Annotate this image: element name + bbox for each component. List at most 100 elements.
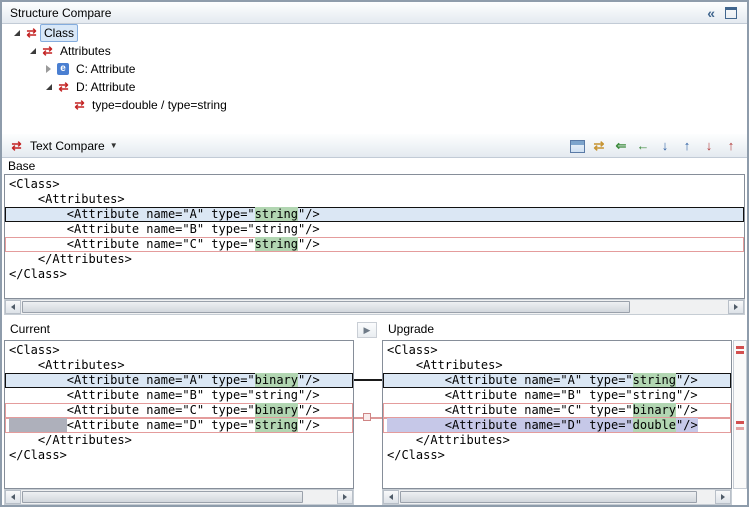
code-text: </Attributes> bbox=[9, 433, 132, 447]
restore-pane-icon[interactable] bbox=[725, 7, 737, 19]
merge-handle[interactable] bbox=[363, 413, 371, 421]
expander-expanded-icon[interactable] bbox=[42, 84, 55, 90]
diff-segment: string bbox=[633, 373, 676, 387]
code-line[interactable]: <Attribute name="B" type="string"/> bbox=[383, 388, 731, 403]
code-text: <Attribute name="C" type=" bbox=[9, 403, 255, 417]
code-line[interactable]: <Attribute name="C" type="string"/> bbox=[5, 237, 744, 252]
ancestor-pane-toggle-icon[interactable] bbox=[567, 137, 587, 155]
code-text: "/> bbox=[298, 237, 320, 251]
base-code-pane[interactable]: <Class> <Attributes> <Attribute name="A"… bbox=[4, 174, 745, 299]
next-change-icon[interactable]: ↓ bbox=[699, 137, 719, 155]
code-line[interactable]: </Class> bbox=[5, 448, 353, 463]
code-line[interactable]: <Attributes> bbox=[5, 192, 744, 207]
base-hscrollbar bbox=[4, 299, 745, 315]
code-line[interactable]: </Attributes> bbox=[5, 252, 744, 267]
upgrade-scroll-right-button[interactable] bbox=[715, 490, 731, 504]
code-text: <Class> bbox=[9, 177, 60, 191]
code-line[interactable]: <Attributes> bbox=[5, 358, 353, 373]
center-arrow-icon[interactable]: ▶ bbox=[357, 322, 377, 338]
diff-segment bbox=[9, 418, 67, 432]
tree-item-class[interactable]: ⇄Class bbox=[2, 24, 747, 42]
upgrade-scroll-left-button[interactable] bbox=[383, 490, 399, 504]
current-scroll-thumb[interactable] bbox=[22, 491, 303, 503]
code-line[interactable]: <Class> bbox=[5, 343, 353, 358]
code-line[interactable]: <Class> bbox=[383, 343, 731, 358]
text-compare-mode-button[interactable]: ⇄ Text Compare ▼ bbox=[8, 139, 118, 153]
code-text: <Attribute name="A" type=" bbox=[387, 373, 633, 387]
diff-segment: binary bbox=[633, 403, 676, 417]
compare-editor-window: Structure Compare « ⇄Class⇄AttributeseC:… bbox=[0, 0, 749, 507]
code-text: <Attribute name="C" type=" bbox=[9, 237, 255, 251]
code-line[interactable]: <Attribute name="B" type="string"/> bbox=[5, 222, 744, 237]
copy-current-right-to-left-icon[interactable]: ← bbox=[633, 137, 653, 155]
code-line[interactable]: <Attribute name="A" type="string"/> bbox=[5, 207, 744, 222]
change-marker[interactable] bbox=[736, 427, 744, 430]
expander-expanded-icon[interactable] bbox=[26, 48, 39, 54]
code-line[interactable]: <Attribute name="C" type="binary"/> bbox=[383, 403, 731, 418]
code-text: "/> bbox=[298, 403, 320, 417]
code-line[interactable]: </Class> bbox=[383, 448, 731, 463]
diff-segment: <Attribute name="D" type=" bbox=[387, 418, 633, 432]
base-pane-label: Base bbox=[2, 158, 747, 174]
code-line[interactable]: <Attribute name="D" type="double"/> bbox=[383, 418, 731, 433]
code-line[interactable]: <Attribute name="A" type="binary"/> bbox=[5, 373, 353, 388]
code-text: <Attributes> bbox=[9, 358, 125, 372]
expander-collapsed-icon[interactable] bbox=[42, 65, 55, 73]
arrow-right-icon bbox=[721, 494, 725, 500]
code-text: <Attribute name="A" type=" bbox=[9, 373, 255, 387]
code-line[interactable]: <Attribute name="C" type="binary"/> bbox=[5, 403, 353, 418]
next-difference-icon[interactable]: ↓ bbox=[655, 137, 675, 155]
code-text: "/> bbox=[676, 403, 698, 417]
code-line[interactable]: <Attribute name="D" type="string"/> bbox=[5, 418, 353, 433]
swap-left-right-icon[interactable]: ⇄ bbox=[589, 137, 609, 155]
tree-item-label: Class bbox=[40, 24, 78, 42]
upgrade-scroll-thumb[interactable] bbox=[400, 491, 697, 503]
change-marker[interactable] bbox=[736, 346, 744, 349]
current-scroll-track[interactable] bbox=[21, 490, 337, 504]
code-line[interactable]: <Attribute name="B" type="string"/> bbox=[5, 388, 353, 403]
tree-item-attributes[interactable]: ⇄Attributes bbox=[2, 42, 747, 60]
collapse-all-icon[interactable]: « bbox=[707, 6, 715, 20]
base-scroll-right-button[interactable] bbox=[728, 300, 744, 314]
previous-change-icon[interactable]: ↑ bbox=[721, 137, 741, 155]
expander-expanded-icon[interactable] bbox=[10, 30, 23, 36]
structure-header-icons: « bbox=[707, 6, 737, 20]
diff-segment: string bbox=[255, 237, 298, 251]
current-code-pane[interactable]: <Class> <Attributes> <Attribute name="A"… bbox=[4, 340, 354, 489]
code-text: "/> bbox=[298, 418, 320, 432]
copy-all-right-to-left-icon[interactable]: ⇐ bbox=[611, 137, 631, 155]
code-line[interactable]: <Attribute name="A" type="string"/> bbox=[383, 373, 731, 388]
upgrade-scroll-track[interactable] bbox=[399, 490, 715, 504]
tree-item-type-double-type-string[interactable]: ⇄type=double / type=string bbox=[2, 96, 747, 114]
code-line[interactable]: </Attributes> bbox=[5, 433, 353, 448]
change-marker[interactable] bbox=[736, 421, 744, 424]
change-marker[interactable] bbox=[736, 351, 744, 354]
code-line[interactable]: <Class> bbox=[5, 177, 744, 192]
base-scroll-thumb[interactable] bbox=[22, 301, 630, 313]
tree-item-c-attribute[interactable]: eC: Attribute bbox=[2, 60, 747, 78]
current-scroll-left-button[interactable] bbox=[5, 490, 21, 504]
arrow-right-icon bbox=[343, 494, 347, 500]
tree-item-label: D: Attribute bbox=[72, 78, 139, 96]
upgrade-code-pane[interactable]: <Class> <Attributes> <Attribute name="A"… bbox=[382, 340, 732, 489]
structure-compare-header: Structure Compare « bbox=[2, 2, 747, 24]
base-scroll-left-button[interactable] bbox=[5, 300, 21, 314]
code-text: <Attributes> bbox=[387, 358, 503, 372]
code-text: <Attribute name="B" type="string"/> bbox=[387, 388, 698, 402]
code-line[interactable]: </Class> bbox=[5, 267, 744, 282]
conflict-icon: ⇄ bbox=[55, 80, 72, 94]
overview-ruler[interactable] bbox=[733, 340, 747, 489]
code-line[interactable]: <Attributes> bbox=[383, 358, 731, 373]
diff-segment: string bbox=[255, 418, 298, 432]
code-line[interactable]: </Attributes> bbox=[383, 433, 731, 448]
structure-compare-title: Structure Compare bbox=[10, 6, 111, 20]
code-text: </Class> bbox=[9, 448, 67, 462]
tree-item-d-attribute[interactable]: ⇄D: Attribute bbox=[2, 78, 747, 96]
code-text: <Attribute name="B" type="string"/> bbox=[9, 388, 320, 402]
code-text: <Attribute name="C" type=" bbox=[387, 403, 633, 417]
current-scroll-right-button[interactable] bbox=[337, 490, 353, 504]
tree-item-label: C: Attribute bbox=[72, 60, 139, 78]
previous-difference-icon[interactable]: ↑ bbox=[677, 137, 697, 155]
arrow-left-icon bbox=[389, 494, 393, 500]
base-scroll-track[interactable] bbox=[21, 300, 728, 314]
